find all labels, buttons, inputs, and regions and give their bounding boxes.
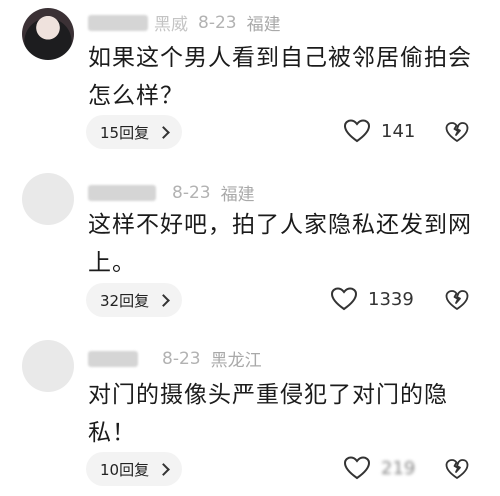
comment-text: 对门的摄像头严重侵犯了对门的隐私！ [88, 382, 448, 446]
comment-meta: 黑威 8-23 福建 [88, 10, 281, 35]
dislike-button[interactable] [445, 121, 469, 147]
reply-count: 32回复 [100, 291, 150, 310]
broken-heart-icon [445, 459, 469, 479]
like-button[interactable]: 219 [343, 456, 415, 480]
comment-date: 8-23 [162, 348, 201, 369]
username-blurred [88, 350, 138, 367]
avatar[interactable] [22, 340, 74, 392]
comment-text: 这样不好吧，拍了人家隐私还发到网上。 [88, 212, 472, 276]
comment-location: 黑龙江 [210, 351, 262, 371]
username-blurred [88, 14, 148, 31]
like-button[interactable]: 1339 [330, 287, 414, 311]
reply-button[interactable]: 15回复 [86, 115, 183, 149]
chevron-right-icon [157, 125, 170, 139]
heart-outline-icon [330, 287, 358, 311]
reply-count: 15回复 [100, 123, 150, 142]
broken-heart-icon [445, 290, 469, 310]
like-count: 1339 [368, 288, 414, 310]
heart-outline-icon [343, 119, 371, 143]
heart-outline-icon [343, 456, 371, 480]
reply-button[interactable]: 10回复 [86, 452, 183, 486]
comment-date: 8-23 [172, 182, 211, 203]
comment-meta: 8-23 黑龙江 [88, 346, 262, 371]
broken-heart-icon [445, 122, 469, 142]
avatar[interactable] [22, 8, 74, 60]
reply-button[interactable]: 32回复 [86, 283, 183, 317]
chevron-right-icon [157, 293, 170, 307]
comment-location: 福建 [220, 185, 255, 205]
comment-meta: 8-23 福建 [88, 180, 255, 205]
like-count: 219 [381, 457, 416, 479]
dislike-button[interactable] [445, 289, 469, 315]
username-partial: 黑威 [154, 15, 188, 35]
chevron-right-icon [157, 462, 170, 476]
like-button[interactable]: 141 [343, 119, 415, 143]
comment-date: 8-23 [198, 12, 237, 33]
like-count: 141 [381, 120, 416, 142]
reply-count: 10回复 [100, 460, 150, 479]
comment-text: 如果这个男人看到自己被邻居偷拍会怎么样？ [88, 45, 472, 109]
username-blurred [88, 184, 156, 201]
comment-location: 福建 [246, 15, 281, 35]
dislike-button[interactable] [445, 458, 469, 484]
avatar[interactable] [22, 173, 74, 225]
